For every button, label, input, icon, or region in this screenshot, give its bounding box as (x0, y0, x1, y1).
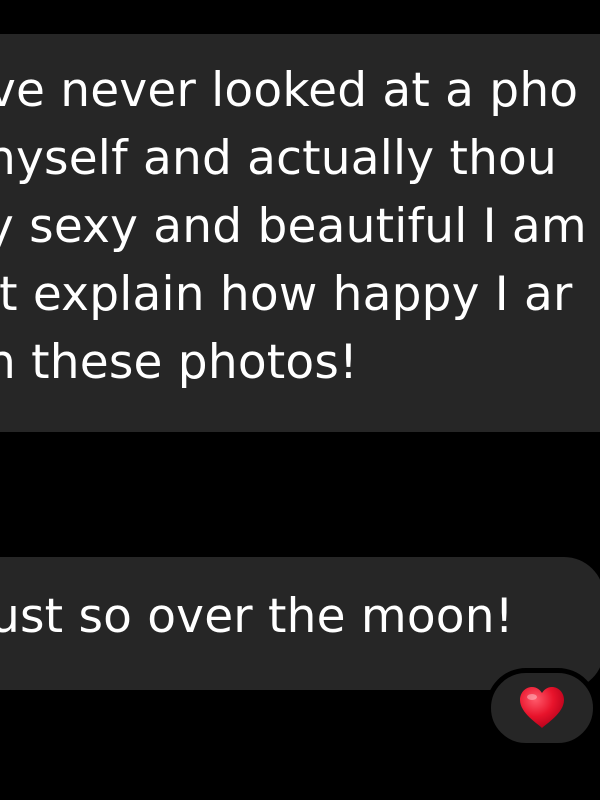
reaction-badge[interactable] (486, 668, 598, 748)
red-heart-icon (520, 687, 564, 728)
message-line: nyself and actually thou (0, 131, 558, 186)
message-line: ust so over the moon! (0, 589, 514, 644)
message-line: ve never looked at a pho (0, 63, 579, 118)
message-line: 't explain how happy I ar (0, 267, 573, 322)
message-line: n these photos! (0, 335, 359, 390)
message-line: y sexy and beautiful I am (0, 199, 587, 254)
